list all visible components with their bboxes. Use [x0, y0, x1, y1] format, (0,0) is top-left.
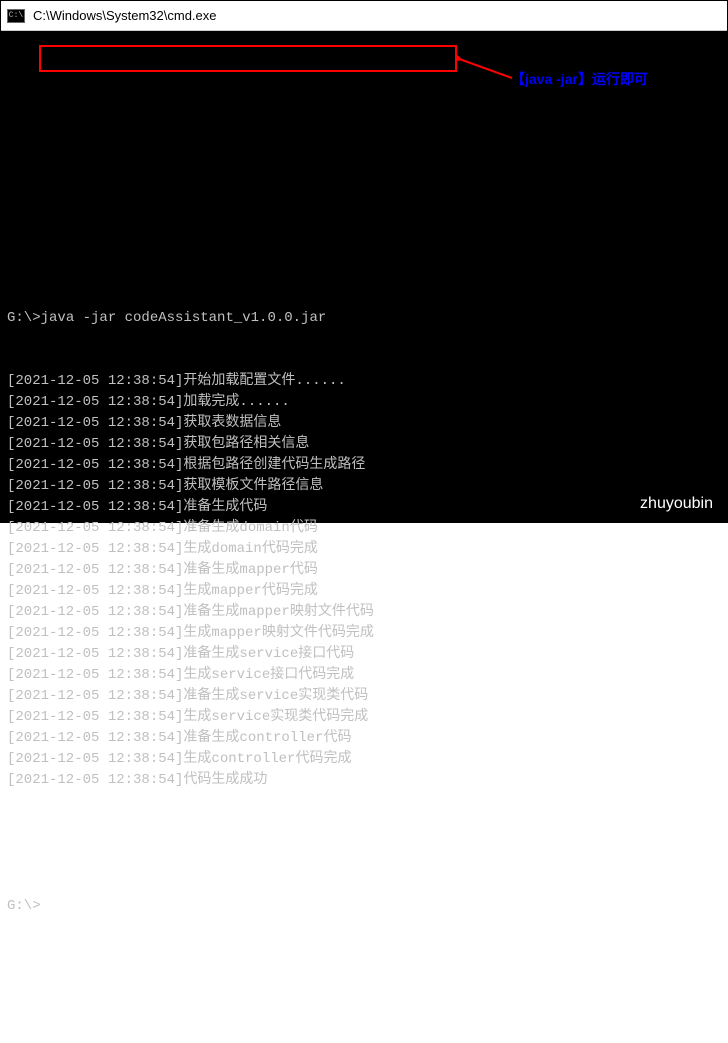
- log-line: [2021-12-05 12:38:54]生成domain代码完成: [7, 539, 721, 560]
- log-line: [2021-12-05 12:38:54]准备生成mapper映射文件代码: [7, 602, 721, 623]
- terminal-area[interactable]: 【java -jar】运行即可 G:\>java -jar codeAssist…: [1, 31, 727, 522]
- log-line: [2021-12-05 12:38:54]加载完成......: [7, 392, 721, 413]
- command-line: G:\>java -jar codeAssistant_v1.0.0.jar: [7, 308, 721, 329]
- log-line: [2021-12-05 12:38:54]生成mapper映射文件代码完成: [7, 623, 721, 644]
- log-line: [2021-12-05 12:38:54]准备生成service实现类代码: [7, 686, 721, 707]
- prompt: G:\>: [7, 308, 41, 329]
- log-line: [2021-12-05 12:38:54]生成service接口代码完成: [7, 665, 721, 686]
- annotation-hint: 运行即可: [592, 71, 648, 87]
- log-line: [2021-12-05 12:38:54]开始加载配置文件......: [7, 371, 721, 392]
- typed-command: java -jar codeAssistant_v1.0.0.jar: [41, 308, 327, 329]
- cmd-icon: C:\: [7, 9, 25, 23]
- log-line: [2021-12-05 12:38:54]根据包路径创建代码生成路径: [7, 455, 721, 476]
- blank-line: [7, 833, 721, 854]
- log-line: [2021-12-05 12:38:54]准备生成controller代码: [7, 728, 721, 749]
- log-line: [2021-12-05 12:38:54]获取包路径相关信息: [7, 434, 721, 455]
- log-output: [2021-12-05 12:38:54]开始加载配置文件......[2021…: [7, 371, 721, 791]
- cmd-window: C:\ C:\Windows\System32\cmd.exe 【java -j…: [0, 0, 728, 523]
- highlight-rectangle: [39, 45, 457, 72]
- log-line: [2021-12-05 12:38:54]准备生成mapper代码: [7, 560, 721, 581]
- log-line: [2021-12-05 12:38:54]生成mapper代码完成: [7, 581, 721, 602]
- annotation-label: 【java -jar】运行即可: [511, 69, 648, 90]
- bracket-close: 】: [578, 71, 592, 87]
- final-prompt-line: G:\>: [7, 896, 721, 917]
- log-line: [2021-12-05 12:38:54]生成controller代码完成: [7, 749, 721, 770]
- bracket-open: 【: [511, 71, 525, 87]
- titlebar[interactable]: C:\ C:\Windows\System32\cmd.exe: [1, 1, 727, 31]
- prompt: G:\>: [7, 896, 41, 917]
- watermark: zhuyoubin: [640, 493, 713, 514]
- terminal-content: G:\>java -jar codeAssistant_v1.0.0.jar […: [7, 203, 721, 959]
- log-line: [2021-12-05 12:38:54]获取模板文件路径信息: [7, 476, 721, 497]
- annotation-command: java -jar: [525, 71, 578, 87]
- annotation-arrow: [457, 53, 517, 83]
- log-line: [2021-12-05 12:38:54]获取表数据信息: [7, 413, 721, 434]
- log-line: [2021-12-05 12:38:54]生成service实现类代码完成: [7, 707, 721, 728]
- window-title: C:\Windows\System32\cmd.exe: [33, 8, 217, 23]
- log-line: [2021-12-05 12:38:54]准备生成domain代码: [7, 518, 721, 539]
- blank-line: [7, 245, 721, 266]
- log-line: [2021-12-05 12:38:54]代码生成成功: [7, 770, 721, 791]
- log-line: [2021-12-05 12:38:54]准备生成service接口代码: [7, 644, 721, 665]
- log-line: [2021-12-05 12:38:54]准备生成代码: [7, 497, 721, 518]
